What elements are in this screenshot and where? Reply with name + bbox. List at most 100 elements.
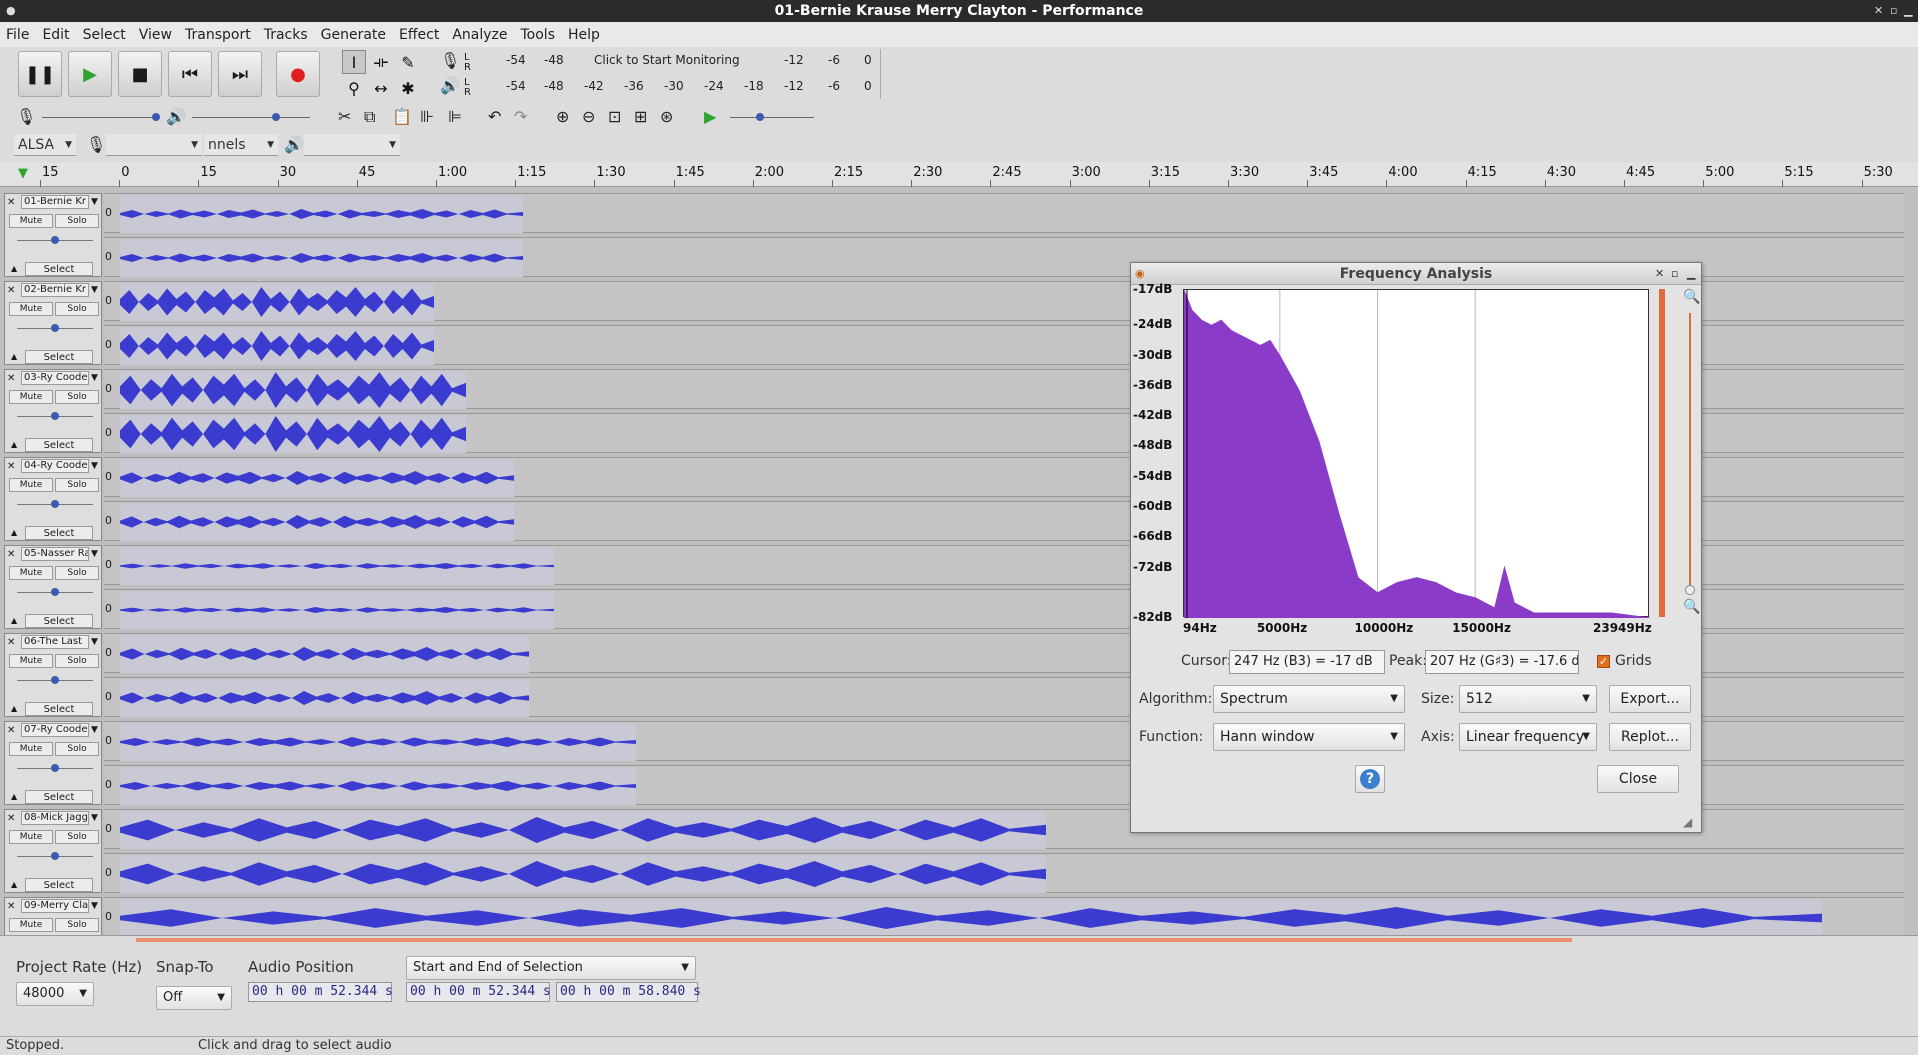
menu-analyze[interactable]: Analyze — [452, 27, 507, 43]
cursor-field[interactable]: 247 Hz (B3) = -17 dB — [1229, 650, 1385, 674]
spectrum-plot[interactable] — [1183, 289, 1650, 618]
selection-start-field[interactable]: 00 h 00 m 52.344 s — [406, 982, 551, 1002]
mute-button[interactable]: Mute — [9, 214, 53, 228]
audio-clip[interactable] — [120, 635, 529, 673]
menu-tools[interactable]: Tools — [521, 27, 556, 43]
chevron-down-icon[interactable]: ▼ — [91, 813, 98, 823]
audio-clip[interactable] — [120, 767, 636, 805]
chevron-down-icon[interactable]: ▼ — [91, 725, 98, 735]
track-select-button[interactable]: Select — [25, 790, 93, 804]
timeshift-tool[interactable]: ↔ — [369, 76, 393, 100]
zoom-in-icon[interactable]: 🔍 — [1683, 289, 1700, 305]
track-control-panel[interactable]: ✕ 03-Ry Coode ▼ Mute Solo ▲ Select — [4, 369, 102, 453]
track-select-button[interactable]: Select — [25, 350, 93, 364]
track-select-button[interactable]: Select — [25, 262, 93, 276]
mute-button[interactable]: Mute — [9, 566, 53, 580]
gain-knob[interactable] — [51, 764, 59, 772]
mute-button[interactable]: Mute — [9, 830, 53, 844]
audio-clip[interactable] — [120, 547, 554, 585]
track-control-panel[interactable]: ✕ 07-Ry Coode ▼ Mute Solo ▲ Select — [4, 721, 102, 805]
multi-tool[interactable]: ✱ — [396, 76, 420, 100]
trim-icon[interactable]: ⊪ — [420, 107, 434, 127]
playback-device-select[interactable]: ▼ — [304, 134, 400, 156]
track-name-menu[interactable]: 07-Ry Coode — [21, 723, 89, 737]
menu-edit[interactable]: Edit — [42, 27, 69, 43]
minimize-window-icon[interactable]: ▁ — [1904, 0, 1912, 22]
track-control-panel[interactable]: ✕ 09-Merry Cla ▼ Mute Solo — [4, 897, 102, 935]
menu-help[interactable]: Help — [568, 27, 600, 43]
audio-clip[interactable] — [120, 415, 466, 453]
solo-button[interactable]: Solo — [55, 390, 99, 404]
solo-button[interactable]: Solo — [55, 830, 99, 844]
peak-field[interactable]: 207 Hz (G♯3) = -17.6 d — [1425, 650, 1579, 674]
playback-volume-slider[interactable] — [192, 117, 310, 118]
dialog-titlebar[interactable]: Frequency Analysis ◉ ✕ ▫ ▁ — [1131, 263, 1701, 285]
track-close-icon[interactable]: ✕ — [7, 549, 15, 560]
playback-volume-knob[interactable] — [272, 113, 280, 121]
track-name-menu[interactable]: 02-Bernie Kr — [21, 283, 89, 297]
selection-mode-select[interactable]: Start and End of Selection ▼ — [406, 956, 696, 980]
play-speed-knob[interactable] — [756, 113, 764, 121]
audio-clip[interactable] — [120, 591, 554, 629]
redo-icon[interactable]: ↷ — [514, 107, 527, 127]
draw-tool[interactable]: ✎ — [396, 50, 420, 74]
mute-button[interactable]: Mute — [9, 478, 53, 492]
record-button[interactable]: ● — [276, 51, 320, 97]
start-monitoring-text[interactable]: Click to Start Monitoring — [594, 53, 740, 67]
zoom-tool[interactable]: ⚲ — [342, 76, 366, 100]
project-rate-select[interactable]: 48000 ▼ — [16, 982, 94, 1006]
close-button[interactable]: Close — [1597, 765, 1679, 793]
mute-button[interactable]: Mute — [9, 654, 53, 668]
track-name-menu[interactable]: 09-Merry Cla — [21, 899, 89, 913]
solo-button[interactable]: Solo — [55, 214, 99, 228]
audio-clip[interactable] — [120, 811, 1046, 849]
gain-knob[interactable] — [51, 324, 59, 332]
solo-button[interactable]: Solo — [55, 742, 99, 756]
chevron-down-icon[interactable]: ▼ — [91, 285, 98, 295]
audio-clip[interactable] — [120, 239, 523, 277]
track-name-menu[interactable]: 04-Ry Coode — [21, 459, 89, 473]
mute-button[interactable]: Mute — [9, 742, 53, 756]
paste-icon[interactable]: 📋 — [392, 107, 412, 127]
replot-button[interactable]: Replot... — [1609, 723, 1691, 751]
gain-knob[interactable] — [51, 676, 59, 684]
track-channel-lane[interactable]: 0 — [104, 193, 1904, 233]
menu-select[interactable]: Select — [83, 27, 126, 43]
axis-select[interactable]: Linear frequency ▼ — [1459, 723, 1597, 751]
skip-start-button[interactable]: ⏮ — [168, 51, 212, 97]
gain-knob[interactable] — [51, 412, 59, 420]
vertical-scrollbar[interactable] — [1659, 289, 1665, 617]
track-close-icon[interactable]: ✕ — [7, 197, 15, 208]
track-select-button[interactable]: Select — [25, 438, 93, 452]
chevron-down-icon[interactable]: ▼ — [91, 373, 98, 383]
gain-knob[interactable] — [51, 500, 59, 508]
undo-icon[interactable]: ↶ — [488, 107, 501, 127]
collapse-icon[interactable]: ▲ — [11, 616, 17, 625]
gain-knob[interactable] — [51, 852, 59, 860]
fit-project-icon[interactable]: ⊞ — [634, 107, 647, 127]
audio-clip[interactable] — [120, 283, 434, 321]
collapse-icon[interactable]: ▲ — [11, 528, 17, 537]
collapse-icon[interactable]: ▲ — [11, 792, 17, 801]
audio-clip[interactable] — [120, 855, 1046, 893]
snap-to-select[interactable]: Off ▼ — [156, 986, 232, 1010]
track-close-icon[interactable]: ✕ — [7, 373, 15, 384]
audio-clip[interactable] — [120, 723, 636, 761]
silence-icon[interactable]: ⊫ — [448, 107, 462, 127]
algorithm-select[interactable]: Spectrum ▼ — [1213, 685, 1405, 713]
track-channel-lane[interactable]: 0 — [104, 897, 1904, 935]
play-head-triangle-icon[interactable]: ▼ — [18, 166, 28, 181]
track-name-menu[interactable]: 03-Ry Coode — [21, 371, 89, 385]
zoom-toggle-icon[interactable]: ⊛ — [660, 107, 673, 127]
resize-grip-icon[interactable]: ◢ — [1683, 815, 1692, 829]
track-close-icon[interactable]: ✕ — [7, 285, 15, 296]
menu-transport[interactable]: Transport — [185, 27, 251, 43]
audio-clip[interactable] — [120, 371, 466, 409]
menu-effect[interactable]: Effect — [399, 27, 439, 43]
recording-channels-select[interactable]: nnels ▼ — [204, 134, 278, 156]
zoom-out-icon[interactable]: ⊖ — [582, 107, 595, 127]
track-control-panel[interactable]: ✕ 02-Bernie Kr ▼ Mute Solo ▲ Select — [4, 281, 102, 365]
chevron-down-icon[interactable]: ▼ — [91, 461, 98, 471]
track-control-panel[interactable]: ✕ 04-Ry Coode ▼ Mute Solo ▲ Select — [4, 457, 102, 541]
function-select[interactable]: Hann window ▼ — [1213, 723, 1405, 751]
